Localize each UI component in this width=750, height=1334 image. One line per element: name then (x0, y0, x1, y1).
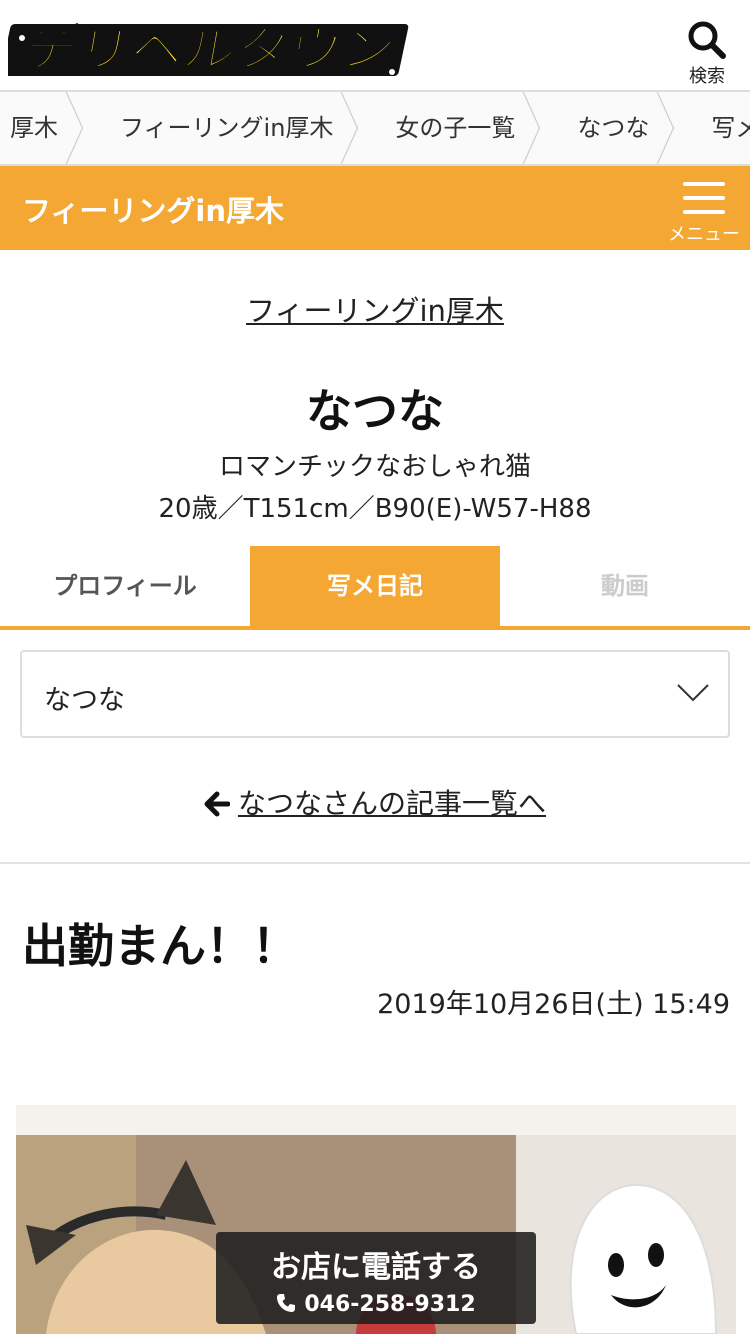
logo-text: デリヘルタウン (20, 22, 400, 78)
call-number-line: 046-258-9312 (216, 1292, 536, 1317)
divider (0, 862, 750, 864)
call-label: お店に電話する (271, 1250, 481, 1285)
back-link-label: なつなさんの記事一覧へ (237, 787, 546, 820)
site-logo[interactable]: デリヘルタウン (0, 10, 418, 82)
tab-profile[interactable]: プロフィール (0, 546, 250, 626)
back-to-list-link[interactable]: なつなさんの記事一覧へ (0, 782, 750, 822)
chevron-down-icon (677, 684, 709, 702)
breadcrumb-item-girl[interactable]: なつな (547, 92, 681, 164)
call-number: 046-258-9312 (304, 1292, 476, 1317)
logo-graphic: デリヘルタウン (0, 21, 409, 79)
menu-label: メニュー (668, 224, 740, 245)
shop-bar: フィーリングin厚木 メニュー (0, 166, 750, 250)
tab-bar: プロフィール 写メ日記 動画 (0, 546, 750, 630)
girl-select-value: なつな (44, 685, 125, 716)
girl-select[interactable]: なつな (20, 650, 730, 738)
shop-bar-title[interactable]: フィーリングin厚木 (22, 188, 284, 230)
post-date: 2019年10月26日(土) 15:49 (377, 989, 730, 1020)
girl-name: なつな (306, 384, 444, 438)
post-title: 出勤まん！！ (22, 919, 298, 973)
call-shop-button[interactable]: お店に電話する 046-258-9312 (216, 1232, 536, 1324)
arrow-left-icon (204, 791, 231, 817)
breadcrumb: 厚木 フィーリングin厚木 女の子一覧 なつな 写メ日記 (0, 90, 750, 166)
search-button[interactable]: 検索 (684, 20, 730, 87)
girl-catchphrase: ロマンチックなおしゃれ猫 (218, 452, 531, 482)
menu-button[interactable]: メニュー (664, 178, 744, 245)
breadcrumb-item-area[interactable]: 厚木 (0, 92, 90, 164)
girl-spec: 20歳／T151cm／B90(E)-W57-H88 (158, 494, 592, 524)
tab-photo-diary[interactable]: 写メ日記 (250, 546, 500, 626)
breadcrumb-item-girls[interactable]: 女の子一覧 (365, 92, 547, 164)
breadcrumb-item-shop[interactable]: フィーリングin厚木 (90, 92, 365, 164)
search-label: 検索 (689, 66, 725, 87)
site-header: デリヘルタウン 検索 (0, 0, 750, 90)
search-icon (688, 21, 726, 59)
phone-icon (277, 1294, 296, 1312)
tab-video: 動画 (500, 546, 750, 626)
hamburger-icon (683, 182, 725, 214)
shop-link[interactable]: フィーリングin厚木 (0, 288, 750, 330)
breadcrumb-item-diary[interactable]: 写メ日記 (681, 92, 750, 164)
